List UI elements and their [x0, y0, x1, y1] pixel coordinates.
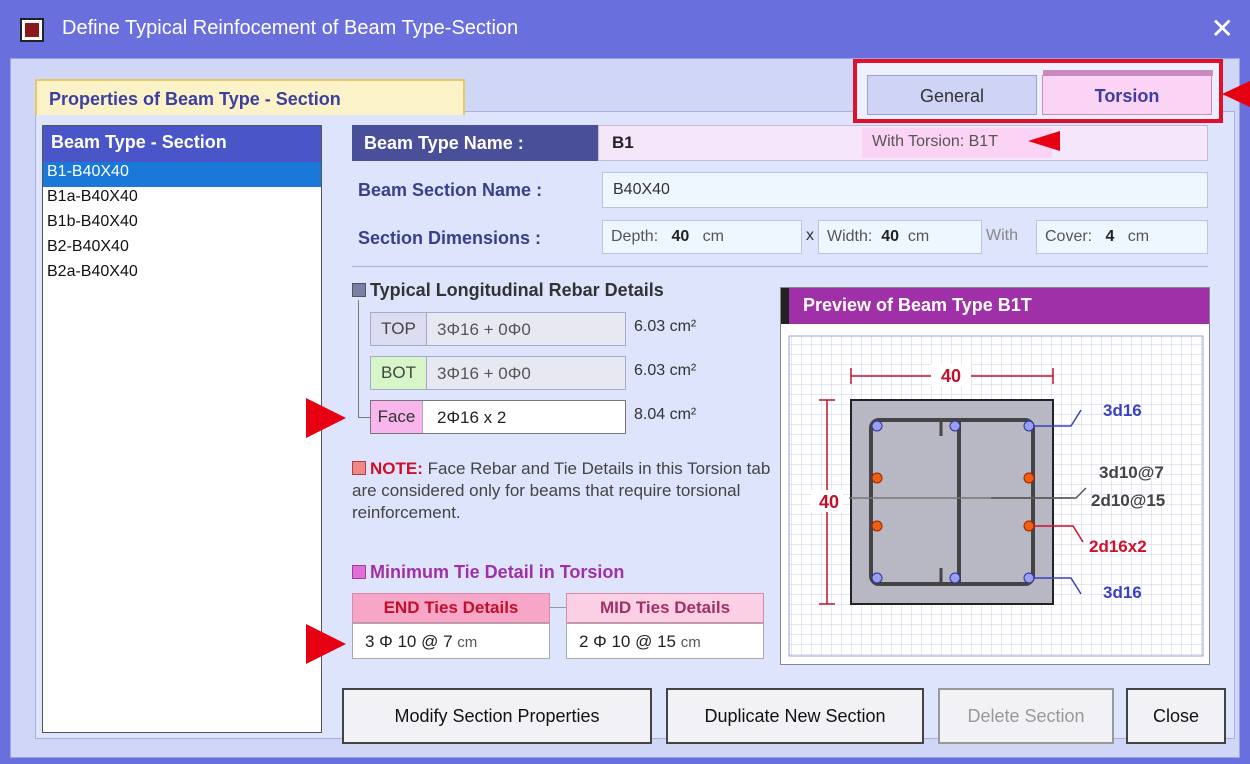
section-dimensions-label: Section Dimensions :	[358, 228, 542, 248]
face-rebar-value: 2Φ16 x 2	[437, 408, 507, 427]
beam-section-drawing: 40 40 3d16 3d10@7 2d10@15 2d16x2 3d16	[788, 335, 1204, 657]
tree-line	[358, 300, 370, 418]
note-bullet-icon	[352, 461, 366, 475]
tie-section-title: Minimum Tie Detail in Torsion	[352, 562, 624, 583]
top-rebar-field[interactable]: TOP 3Φ16 + 0Φ0	[370, 312, 626, 346]
list-item[interactable]: B1-B40X40	[43, 162, 321, 187]
width-label: Width:	[827, 228, 873, 245]
cover-unit: cm	[1127, 228, 1150, 245]
app-icon	[20, 18, 44, 42]
width-dim-label: 40	[941, 366, 961, 386]
face-rebar-dot	[871, 472, 883, 484]
tab-torsion[interactable]: Torsion	[1042, 70, 1213, 115]
bot-rebar-field[interactable]: BOT 3Φ16 + 0Φ0	[370, 356, 626, 390]
depth-dim-label: 40	[819, 492, 839, 512]
preview-title: Preview of Beam Type B1T	[781, 288, 1209, 324]
rebar-dot	[1023, 572, 1035, 584]
longitudinal-title-text: Typical Longitudinal Rebar Details	[370, 280, 664, 300]
rebar-dot	[871, 420, 883, 432]
torsion-note: NOTE: Face Rebar and Tie Details in this…	[352, 458, 772, 524]
top-rebar-area: 6.03 cm²	[634, 318, 697, 335]
cover-field[interactable]: Cover: 4 cm	[1036, 220, 1208, 254]
cover-value: 4	[1105, 228, 1115, 245]
section-bullet-icon	[352, 283, 366, 297]
mid-ties-header: MID Ties Details	[566, 593, 764, 623]
mid-ties-value: 2 Φ 10 @ 15	[579, 632, 676, 651]
beam-section-name-label: Beam Section Name :	[358, 180, 543, 200]
delete-section-button[interactable]: Delete Section	[938, 688, 1114, 744]
mid-ties-field[interactable]: 2 Φ 10 @ 15 cm	[566, 623, 764, 659]
properties-tab[interactable]: Properties of Beam Type - Section	[35, 79, 465, 115]
top-rebar-value: 3Φ16 + 0Φ0	[437, 320, 531, 339]
list-item[interactable]: B2a-B40X40	[43, 262, 321, 287]
annotation-arrow-face	[306, 398, 346, 438]
rebar-dot	[1023, 420, 1035, 432]
top-bar-label: 3d16	[1103, 401, 1142, 420]
mid-ties-unit: cm	[680, 634, 701, 651]
tie-connector	[550, 607, 566, 608]
face-rebar-field[interactable]: Face 2Φ16 x 2	[370, 400, 626, 434]
title-bar: Define Typical Reinfocement of Beam Type…	[0, 0, 1250, 58]
face-rebar-dot	[1023, 472, 1035, 484]
end-ties-field[interactable]: 3 Φ 10 @ 7 cm	[352, 623, 550, 659]
width-field[interactable]: Width: 40 cm	[818, 220, 982, 254]
annotation-arrow-ties	[306, 624, 346, 664]
end-ties-header: END Ties Details	[352, 593, 550, 623]
face-tag: Face	[371, 401, 423, 433]
longitudinal-section-title: Typical Longitudinal Rebar Details	[352, 280, 664, 301]
bot-tag: BOT	[371, 357, 427, 389]
face-bar-label: 2d16x2	[1089, 537, 1147, 556]
annotation-arrow-torsion-name	[1028, 131, 1060, 151]
end-ties-unit: cm	[457, 634, 478, 651]
rebar-dot	[949, 572, 961, 584]
dimension-separator: x	[806, 227, 814, 244]
beam-type-section-list[interactable]: Beam Type - Section B1-B40X40 B1a-B40X40…	[42, 125, 322, 733]
rebar-dot	[949, 420, 961, 432]
close-window-icon[interactable]: ✕	[1211, 12, 1234, 45]
tie-title-text: Minimum Tie Detail in Torsion	[370, 562, 625, 582]
tie-label-1: 3d10@7	[1099, 463, 1164, 482]
close-button[interactable]: Close	[1126, 688, 1226, 744]
bot-rebar-value: 3Φ16 + 0Φ0	[437, 364, 531, 383]
window-title: Define Typical Reinfocement of Beam Type…	[62, 17, 519, 39]
beam-section-name-field[interactable]: B40X40	[602, 172, 1208, 208]
tie-label-2: 2d10@15	[1091, 491, 1165, 510]
width-value: 40	[881, 228, 900, 245]
bot-rebar-area: 6.03 cm²	[634, 362, 697, 379]
beam-type-name-label: Beam Type Name :	[352, 125, 598, 161]
beam-preview-panel: Preview of Beam Type B1T 40 40 3d16 3d10…	[780, 287, 1210, 665]
width-unit: cm	[907, 228, 930, 245]
top-tag: TOP	[371, 313, 427, 345]
annotation-arrow-tabs	[1222, 80, 1250, 108]
depth-unit: cm	[702, 228, 724, 245]
list-item[interactable]: B1a-B40X40	[43, 187, 321, 212]
list-item[interactable]: B1b-B40X40	[43, 212, 321, 237]
list-item[interactable]: B2-B40X40	[43, 237, 321, 262]
face-rebar-dot	[1023, 520, 1035, 532]
face-rebar-area: 8.04 cm²	[634, 406, 697, 423]
modify-section-button[interactable]: Modify Section Properties	[342, 688, 652, 744]
bot-bar-label: 3d16	[1103, 583, 1142, 602]
with-label: With	[986, 227, 1018, 244]
depth-label: Depth:	[611, 228, 659, 245]
rebar-dot	[871, 572, 883, 584]
tie-bullet-icon	[352, 565, 366, 579]
note-prefix: NOTE:	[370, 459, 423, 478]
duplicate-section-button[interactable]: Duplicate New Section	[666, 688, 924, 744]
depth-field[interactable]: Depth: 40 cm	[602, 220, 802, 254]
list-header: Beam Type - Section	[43, 126, 321, 162]
depth-value: 40	[671, 228, 690, 245]
beam-type-name-value: B1	[612, 133, 634, 152]
face-rebar-dot	[871, 520, 883, 532]
with-torsion-label: With Torsion: B1T	[862, 128, 1052, 158]
tab-group-highlight: General Torsion	[853, 59, 1223, 123]
tab-general[interactable]: General	[867, 75, 1037, 115]
end-ties-value: 3 Φ 10 @ 7	[365, 632, 453, 651]
divider	[352, 266, 1208, 267]
cover-label: Cover:	[1045, 228, 1093, 245]
